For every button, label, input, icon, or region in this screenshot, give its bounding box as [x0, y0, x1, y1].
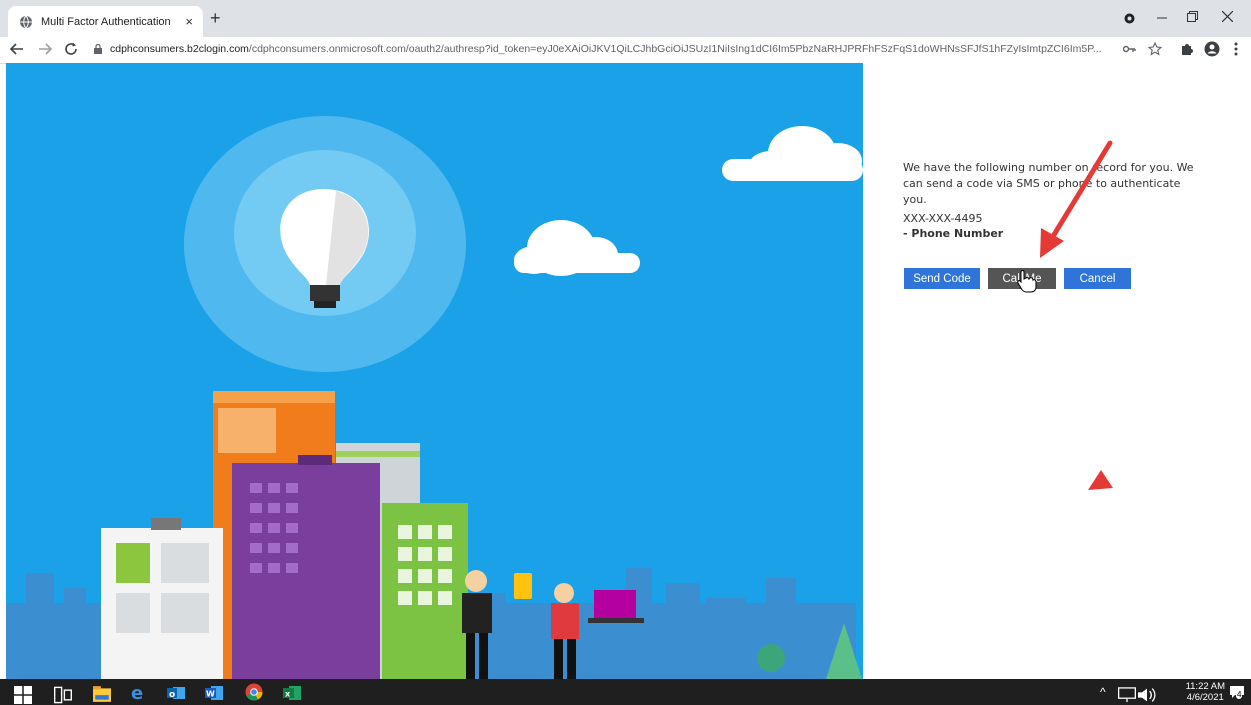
profile-indicator-icon[interactable]: [1124, 13, 1135, 24]
svg-text:x: x: [285, 690, 291, 699]
url-path: /cdphconsumers.onmicrosoft.com/oauth2/au…: [248, 43, 1102, 55]
svg-text:W: W: [206, 690, 215, 699]
tab-strip: Multi Factor Authentication × +: [0, 0, 1251, 37]
back-icon[interactable]: [10, 43, 24, 55]
city-illustration: [6, 116, 863, 679]
browser-toolbar: cdphconsumers.b2clogin.com/cdphconsumers…: [0, 37, 1251, 64]
file-explorer-icon[interactable]: [93, 685, 111, 703]
restore-icon[interactable]: [1187, 11, 1198, 22]
cancel-button[interactable]: Cancel: [1064, 268, 1131, 289]
tab-title: Multi Factor Authentication: [41, 15, 171, 28]
word-icon[interactable]: W: [205, 684, 223, 702]
network-icon[interactable]: [1118, 686, 1136, 704]
chrome-icon[interactable]: [245, 683, 263, 701]
reload-icon[interactable]: [64, 42, 78, 56]
auth-panel: We have the following number on record f…: [863, 63, 1251, 679]
minimize-icon[interactable]: [1157, 15, 1167, 21]
clock-date: 4/6/2021: [1186, 692, 1224, 703]
notification-count: 4: [1236, 690, 1243, 699]
call-me-button[interactable]: Call Me: [988, 268, 1056, 289]
edge-icon[interactable]: e: [130, 683, 148, 701]
cloud: [514, 220, 640, 276]
lock-icon: [94, 44, 102, 54]
address-bar[interactable]: cdphconsumers.b2clogin.com/cdphconsumers…: [92, 39, 1122, 59]
send-code-button[interactable]: Send Code: [904, 268, 980, 289]
star-icon[interactable]: [1148, 42, 1162, 56]
hero-illustration: [6, 63, 863, 679]
forward-icon[interactable]: [38, 43, 52, 55]
clock-time: 11:22 AM: [1185, 681, 1225, 692]
excel-icon[interactable]: x: [283, 684, 301, 702]
windows-taskbar: e o W x ^ 11:22 AM 4/6/2021 4: [0, 679, 1251, 705]
close-window-icon[interactable]: [1222, 11, 1233, 22]
system-clock[interactable]: 11:22 AM 4/6/2021: [1186, 681, 1225, 703]
cloud: [722, 126, 863, 181]
puzzle-icon[interactable]: [1180, 42, 1194, 56]
url-host: cdphconsumers.b2clogin.com: [110, 43, 249, 55]
task-view-icon[interactable]: [54, 686, 72, 704]
menu-icon[interactable]: [1234, 42, 1238, 56]
url-text: cdphconsumers.b2clogin.com/cdphconsumers…: [110, 43, 1110, 55]
globe-icon: [20, 15, 32, 28]
volume-icon[interactable]: [1138, 686, 1156, 704]
notification-center-button[interactable]: 4: [1229, 684, 1245, 700]
tab-close-button[interactable]: ×: [185, 14, 193, 29]
show-hidden-icons-icon[interactable]: ^: [1100, 685, 1106, 699]
svg-text:o: o: [169, 690, 175, 700]
account-icon[interactable]: [1204, 41, 1220, 57]
svg-text:e: e: [131, 683, 143, 701]
key-icon[interactable]: [1123, 45, 1136, 53]
windows-start-icon[interactable]: [14, 686, 32, 704]
phone-number-label: - Phone Number: [903, 227, 1004, 240]
outlook-icon[interactable]: o: [167, 684, 185, 702]
new-tab-button[interactable]: +: [210, 9, 221, 27]
phone-number: XXX-XXX-4495: [903, 212, 983, 225]
browser-tab[interactable]: Multi Factor Authentication ×: [8, 6, 203, 37]
intro-text: We have the following number on record f…: [903, 161, 1194, 206]
